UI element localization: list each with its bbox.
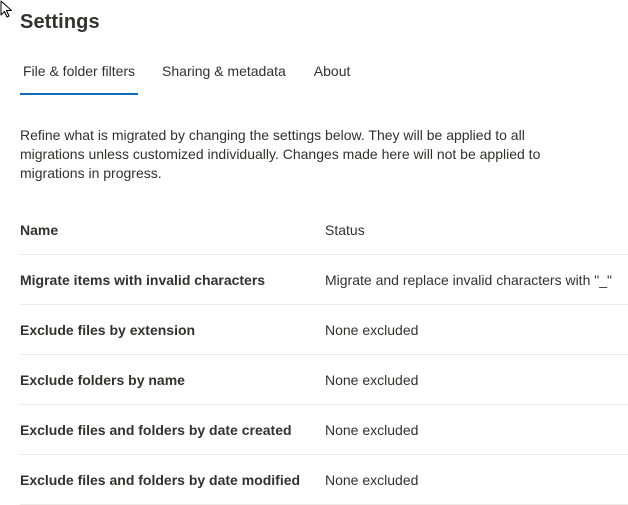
setting-status: None excluded: [325, 421, 419, 438]
mouse-pointer-icon: [0, 0, 12, 18]
table-row[interactable]: Exclude files and folders by date create…: [20, 405, 628, 455]
settings-description: Refine what is migrated by changing the …: [20, 127, 541, 181]
column-header-status: Status: [325, 221, 365, 238]
table-header-row: Name Status: [20, 205, 628, 255]
settings-page: Settings File & folder filters Sharing &…: [0, 0, 628, 505]
column-header-name: Name: [20, 221, 59, 238]
setting-name: Exclude folders by name: [20, 371, 185, 388]
setting-status: None excluded: [325, 371, 419, 388]
setting-name: Migrate items with invalid characters: [20, 271, 266, 288]
tab-bar: File & folder filters Sharing & metadata…: [20, 58, 355, 95]
setting-name: Exclude files by extension: [20, 321, 196, 338]
setting-status: None excluded: [325, 471, 419, 488]
setting-name: Exclude files and folders by date create…: [20, 421, 292, 438]
tab-sharing-metadata[interactable]: Sharing & metadata: [158, 58, 290, 94]
table-row[interactable]: Exclude folders by name None excluded: [20, 355, 628, 405]
table-row[interactable]: Exclude files by extension None excluded: [20, 305, 628, 355]
tab-about[interactable]: About: [310, 58, 355, 94]
setting-name: Exclude files and folders by date modifi…: [20, 471, 301, 488]
table-row[interactable]: Migrate items with invalid characters Mi…: [20, 255, 628, 305]
setting-status: None excluded: [325, 321, 419, 338]
settings-table: Name Status Migrate items with invalid c…: [20, 205, 628, 505]
setting-status: Migrate and replace invalid characters w…: [325, 271, 612, 288]
tab-file-folder-filters[interactable]: File & folder filters: [20, 58, 139, 95]
table-row[interactable]: Exclude files and folders by date modifi…: [20, 455, 628, 505]
page-title: Settings: [20, 11, 100, 33]
